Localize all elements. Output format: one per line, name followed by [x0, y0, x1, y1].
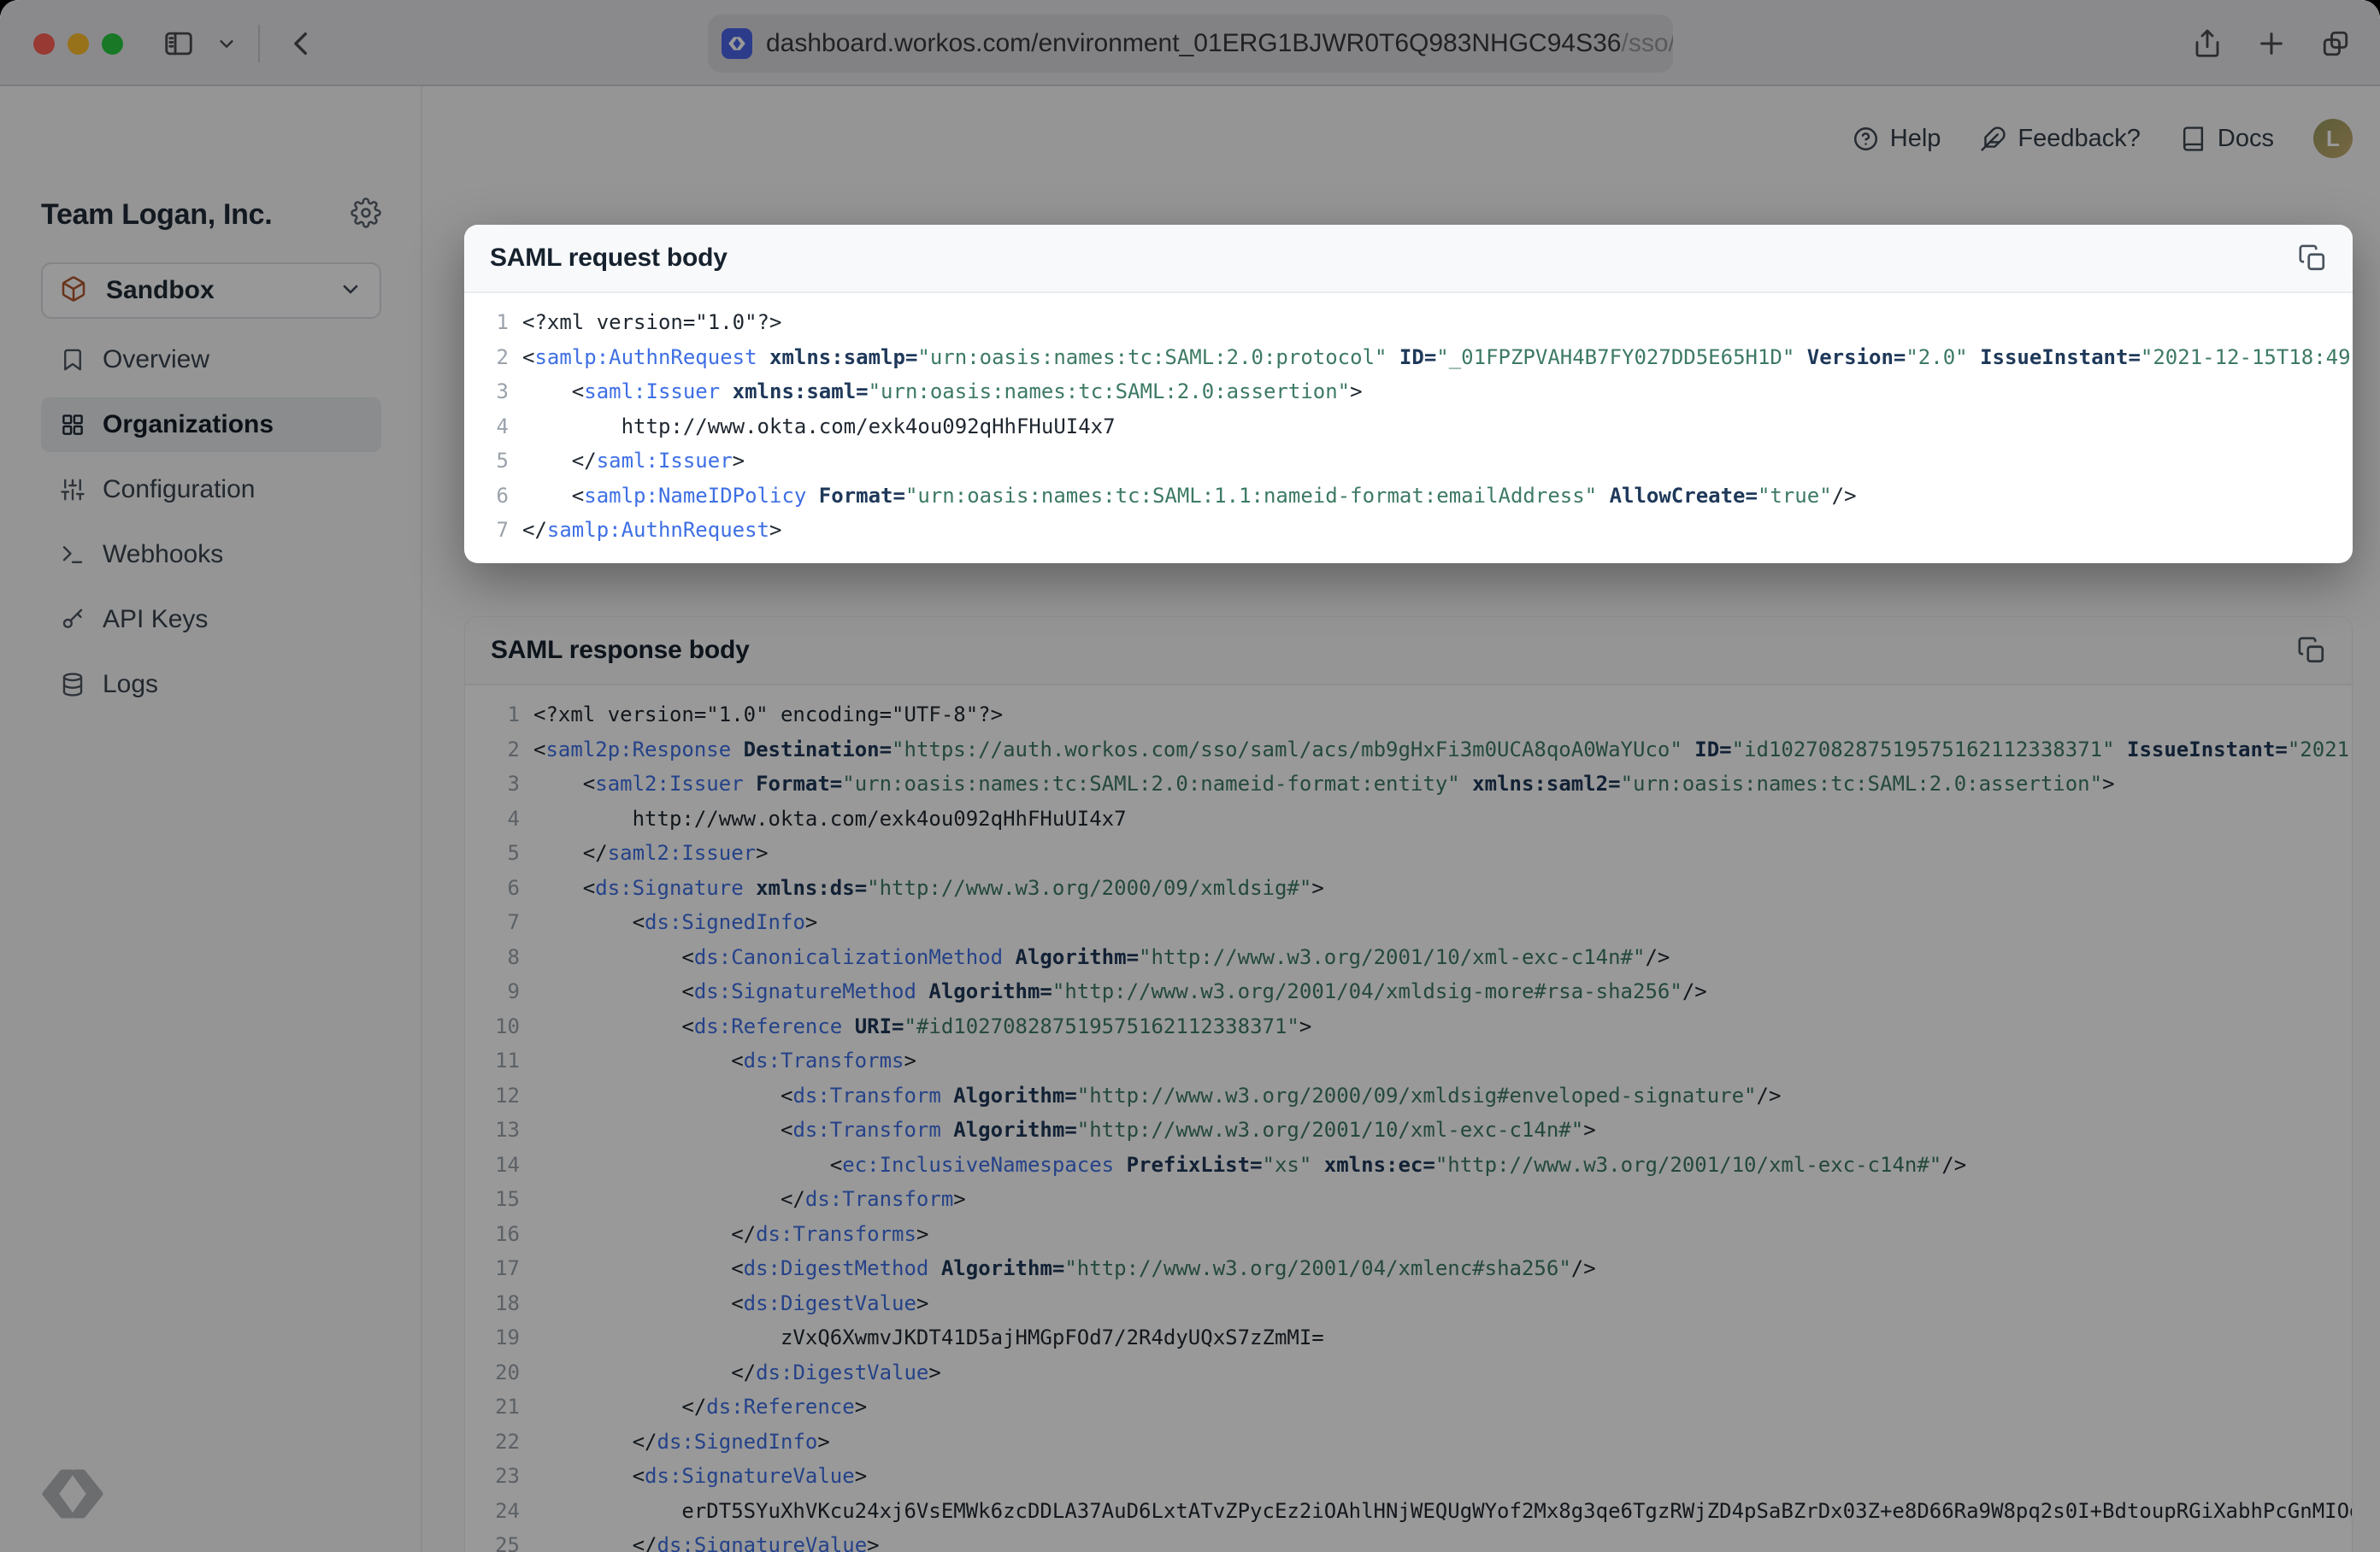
copy-icon [2299, 244, 2325, 271]
line-number: 7 [496, 518, 509, 542]
code-line: 4 http://www.okta.com/exk4ou092qHhFHuUI4… [464, 409, 2353, 444]
browser-window: dashboard.workos.com/environment_01ERG1B… [0, 0, 2380, 1552]
saml-request-code: 1 <?xml version="1.0"?> 2 <samlp:AuthnReque… [464, 293, 2353, 563]
line-number: 3 [496, 379, 509, 403]
line-number: 5 [496, 449, 509, 473]
code-line: 5 </saml:Issuer> [464, 444, 2353, 479]
line-number: 6 [496, 483, 509, 508]
copy-request-button[interactable] [2298, 244, 2327, 273]
saml-request-title: SAML request body [490, 244, 728, 272]
line-number: 4 [496, 414, 509, 438]
line-number: 1 [496, 310, 509, 334]
code-line: 1 <?xml version="1.0"?> [464, 305, 2353, 340]
saml-request-card: SAML request body 1 <?xml version="1.0"?>… [464, 225, 2353, 563]
line-number: 2 [496, 344, 509, 369]
code-line: 2 <samlp:AuthnRequest xmlns:samlp="urn:oa… [464, 340, 2353, 375]
code-line: 7 </samlp:AuthnRequest> [464, 513, 2353, 548]
code-line: 3 <saml:Issuer xmlns:saml="urn:oasis:nam… [464, 374, 2353, 409]
code-line: 6 <samlp:NameIDPolicy Format="urn:oasis:… [464, 479, 2353, 514]
